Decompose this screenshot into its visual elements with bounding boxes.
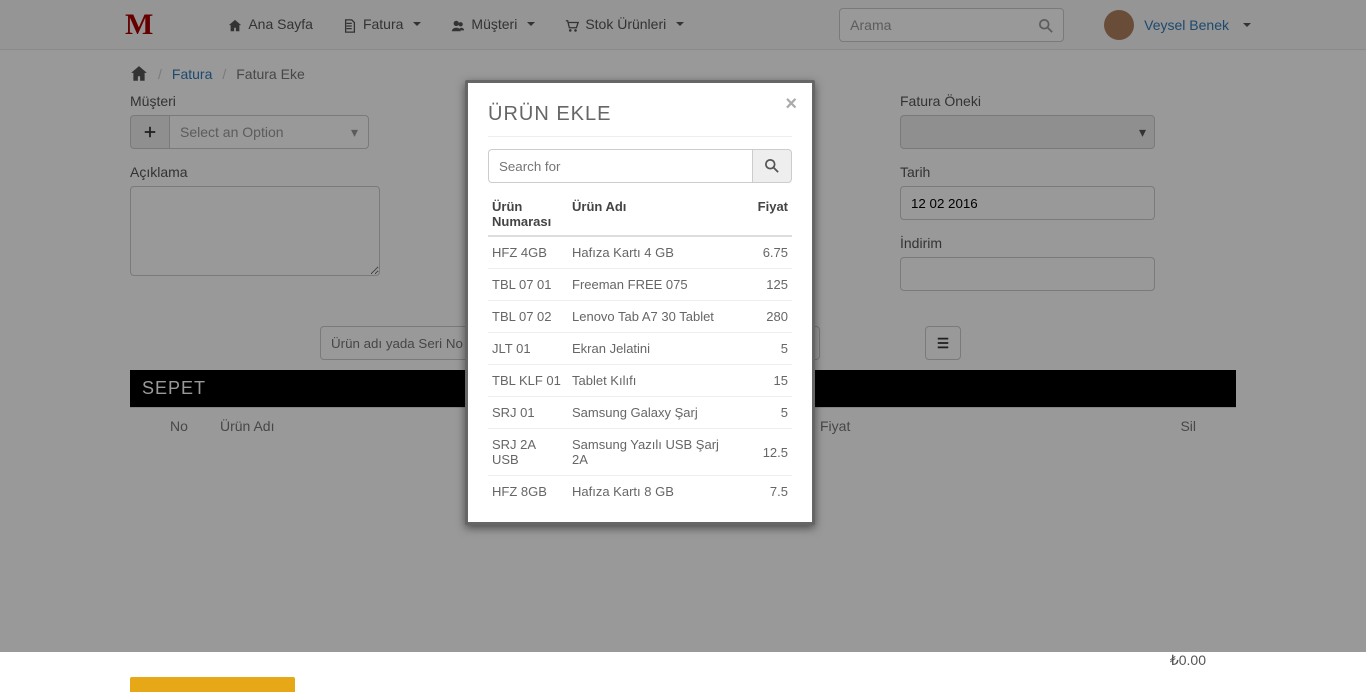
modal-table-row[interactable]: SRJ 2A USBSamsung Yazılı USB Şarj 2A12.5 [488, 429, 792, 476]
modal-search-button[interactable] [752, 149, 792, 183]
modal-col-name: Ürün Adı [568, 193, 742, 236]
row-no: TBL KLF 01 [488, 365, 568, 397]
modal-col-price: Fiyat [742, 193, 792, 236]
modal-title: ÜRÜN EKLE [488, 103, 792, 137]
row-name: Samsung Yazılı USB Şarj 2A [568, 429, 742, 476]
modal-table-row[interactable]: JLT 01Ekran Jelatini5 [488, 333, 792, 365]
row-no: SRJ 2A USB [488, 429, 568, 476]
row-name: Ekran Jelatini [568, 333, 742, 365]
row-no: JLT 01 [488, 333, 568, 365]
row-name: Hafıza Kartı 8 GB [568, 476, 742, 508]
row-price: 7.5 [742, 476, 792, 508]
row-price: 15 [742, 365, 792, 397]
modal-table-row[interactable]: TBL KLF 01Tablet Kılıfı15 [488, 365, 792, 397]
row-name: Tablet Kılıfı [568, 365, 742, 397]
modal-table-row[interactable]: HFZ 4GBHafıza Kartı 4 GB6.75 [488, 236, 792, 269]
row-no: HFZ 8GB [488, 476, 568, 508]
modal-table-row[interactable]: TBL 07 02Lenovo Tab A7 30 Tablet280 [488, 301, 792, 333]
modal-col-no: Ürün Numarası [488, 193, 568, 236]
row-no: TBL 07 01 [488, 269, 568, 301]
row-name: Freeman FREE 075 [568, 269, 742, 301]
modal-table-row[interactable]: SRJ 01Samsung Galaxy Şarj5 [488, 397, 792, 429]
total-value: ₺0.00 [1170, 652, 1206, 669]
row-price: 5 [742, 397, 792, 429]
add-product-modal: × ÜRÜN EKLE Ürün Numarası Ürün Adı Fiyat… [465, 80, 815, 525]
modal-table: Ürün Numarası Ürün Adı Fiyat HFZ 4GBHafı… [488, 193, 792, 507]
modal-table-row[interactable]: TBL 07 01Freeman FREE 075125 [488, 269, 792, 301]
row-price: 6.75 [742, 236, 792, 269]
row-no: TBL 07 02 [488, 301, 568, 333]
modal-search-input[interactable] [488, 149, 752, 183]
row-price: 12.5 [742, 429, 792, 476]
modal-close-button[interactable]: × [785, 93, 797, 116]
row-price: 5 [742, 333, 792, 365]
modal-table-row[interactable]: HFZ 8GBHafıza Kartı 8 GB7.5 [488, 476, 792, 508]
row-name: Lenovo Tab A7 30 Tablet [568, 301, 742, 333]
row-no: HFZ 4GB [488, 236, 568, 269]
row-price: 125 [742, 269, 792, 301]
submit-button[interactable] [130, 677, 295, 692]
row-price: 280 [742, 301, 792, 333]
row-name: Samsung Galaxy Şarj [568, 397, 742, 429]
row-no: SRJ 01 [488, 397, 568, 429]
row-name: Hafıza Kartı 4 GB [568, 236, 742, 269]
